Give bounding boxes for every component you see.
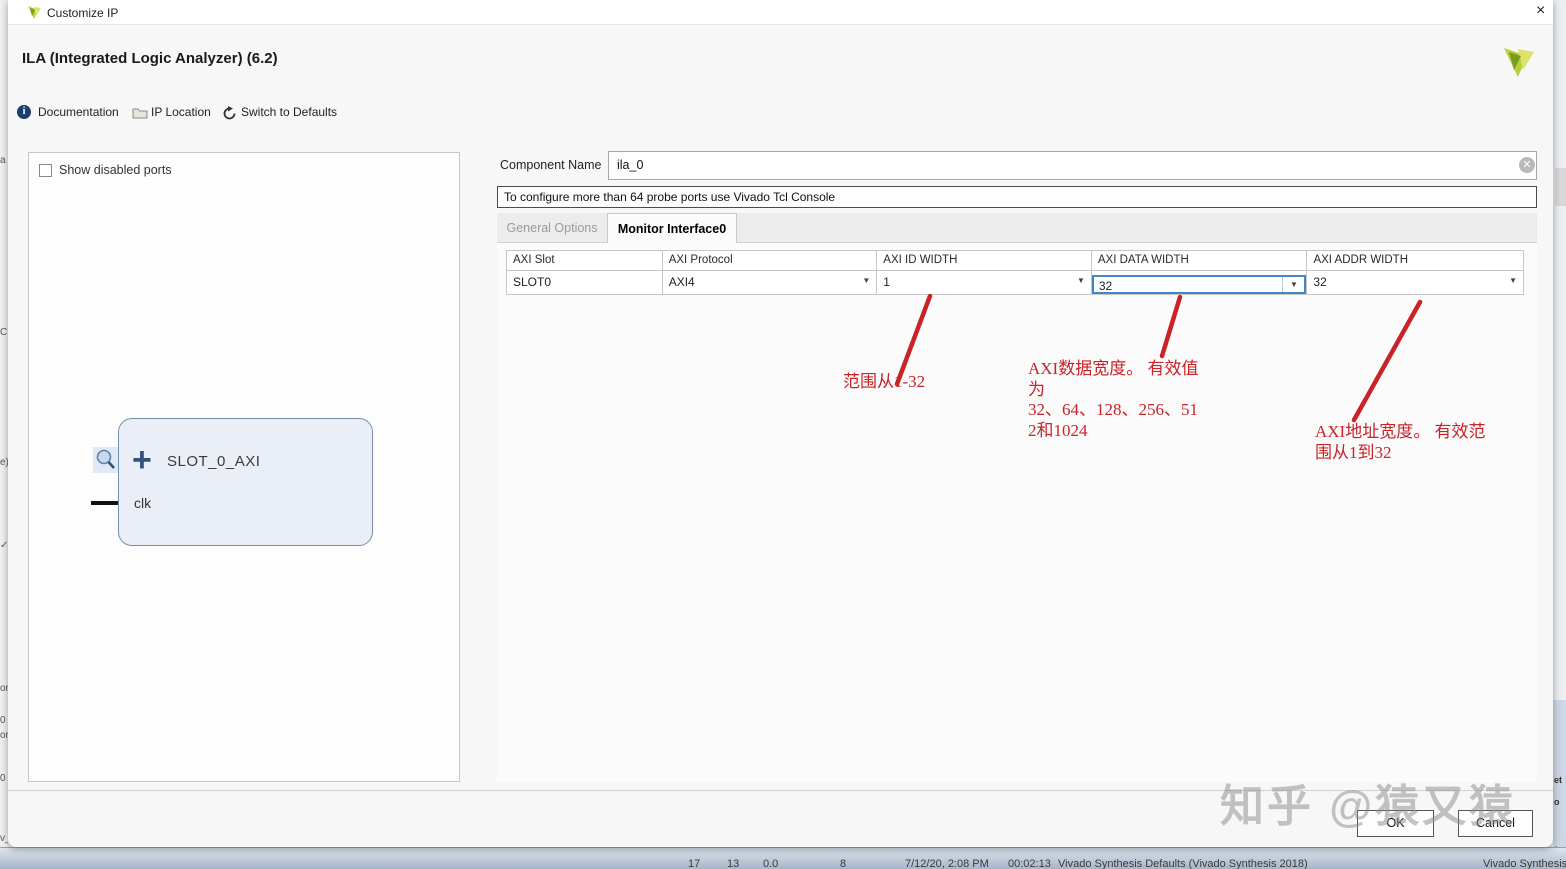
- tab-strip: General Options Monitor Interface0: [497, 213, 1537, 244]
- annotation-id-width: 范围从1-32: [843, 372, 926, 391]
- tab-content: AXI Slot AXI Protocol AXI ID WIDTH AXI D…: [497, 243, 1537, 782]
- table-row: SLOT0 AXI4 ▼ 1 ▼ 32 ▼ 32 ▼: [507, 271, 1523, 294]
- bg-bar-value: Vivado Synthesis Defaults (Vivado Synthe…: [1058, 858, 1308, 869]
- axi-protocol-select[interactable]: AXI4 ▼: [663, 271, 878, 294]
- col-axi-id-width: AXI ID WIDTH: [877, 251, 1092, 271]
- tab-monitor-interface0[interactable]: Monitor Interface0: [607, 213, 737, 244]
- axi-id-width-select[interactable]: 1 ▼: [877, 271, 1092, 294]
- axi-data-width-editor[interactable]: 32 ▼: [1091, 275, 1307, 294]
- bg-fragment: 0: [0, 773, 6, 784]
- axi-protocol-value: AXI4: [668, 275, 695, 289]
- col-axi-slot: AXI Slot: [507, 251, 663, 271]
- bg-bar-value: 7/12/20, 2:08 PM: [905, 858, 989, 869]
- show-disabled-ports-label: Show disabled ports: [59, 163, 172, 177]
- annotation-addr-width: AXI地址宽度。 有效范 围从1到32: [1315, 422, 1486, 462]
- bg-blue-region: [1553, 700, 1566, 847]
- probe-ports-notice: To configure more than 64 probe ports us…: [497, 186, 1537, 208]
- background-right-edge: et o fa: [1553, 0, 1566, 847]
- clk-port-label: clk: [134, 495, 152, 511]
- bg-fragment: or: [0, 683, 8, 694]
- bg-fragment: or: [0, 730, 8, 741]
- bg-fragment: o: [1554, 797, 1560, 807]
- axi-addr-width-select[interactable]: 32 ▼: [1307, 271, 1523, 294]
- axi-slot-table: AXI Slot AXI Protocol AXI ID WIDTH AXI D…: [506, 250, 1524, 295]
- bg-fragment: ✓: [0, 540, 8, 551]
- annotation-data-width: AXI数据宽度。 有效值 为 32、64、128、256、51 2和1024: [1028, 359, 1199, 440]
- bg-bar-value: Vivado Synthesis Def: [1483, 858, 1566, 869]
- bg-fragment: 0: [0, 715, 6, 726]
- clear-icon[interactable]: ✕: [1519, 157, 1535, 173]
- bg-fragment: C: [0, 327, 8, 338]
- switch-to-defaults-link[interactable]: Switch to Defaults: [241, 105, 337, 119]
- refresh-icon: [223, 106, 236, 120]
- ip-symbol-panel: Show disabled ports + SLOT_0_AXI clk: [28, 152, 460, 782]
- clk-wire: [91, 501, 118, 505]
- chevron-down-icon[interactable]: ▼: [1509, 276, 1517, 285]
- background-status-bar: 17 13 0.0 8 7/12/20, 2:08 PM 00:02:13 Vi…: [0, 847, 1566, 869]
- folder-icon: [132, 108, 148, 119]
- cancel-button[interactable]: Cancel: [1458, 810, 1533, 837]
- ok-button[interactable]: OK: [1357, 810, 1434, 837]
- xilinx-logo-icon: [28, 6, 41, 19]
- expand-plus-icon[interactable]: +: [132, 443, 152, 477]
- chevron-down-icon[interactable]: ▼: [862, 276, 870, 285]
- dialog-title: Customize IP: [47, 6, 119, 20]
- bg-fragment: a: [0, 155, 6, 166]
- bg-bar-value: 8: [840, 858, 847, 869]
- bg-bar-value: 13: [727, 858, 740, 869]
- col-axi-data-width: AXI DATA WIDTH: [1091, 251, 1308, 271]
- bg-fragment: e): [0, 457, 8, 468]
- documentation-link[interactable]: Documentation: [38, 105, 119, 119]
- ip-location-link[interactable]: IP Location: [151, 105, 211, 119]
- show-disabled-ports-checkbox[interactable]: [39, 164, 52, 177]
- axi-id-width-value: 1: [883, 275, 890, 289]
- axi-addr-width-value: 32: [1313, 275, 1327, 289]
- slot0-axi-label: SLOT_0_AXI: [167, 453, 261, 470]
- bg-scrollbar-block: [1555, 168, 1566, 206]
- chevron-down-icon[interactable]: ▼: [1077, 276, 1085, 285]
- axi-data-width-value: 32: [1098, 279, 1113, 293]
- col-axi-addr-width: AXI ADDR WIDTH: [1307, 251, 1524, 271]
- bg-bar-value: 17: [688, 858, 701, 869]
- table-header-row: AXI Slot AXI Protocol AXI ID WIDTH AXI D…: [507, 251, 1524, 271]
- magnifier-icon[interactable]: [93, 447, 118, 473]
- component-name-label: Component Name: [500, 158, 602, 172]
- close-icon[interactable]: ×: [1536, 2, 1545, 20]
- background-left-edge: a C e) ✓ or 0 or 0 v_: [0, 0, 8, 847]
- xilinx-logo-icon: [1504, 48, 1534, 77]
- axi-slot-value: SLOT0: [507, 271, 663, 294]
- col-axi-protocol: AXI Protocol: [662, 251, 878, 271]
- bg-bar-value: 00:02:13: [1008, 858, 1051, 869]
- info-icon: i: [17, 105, 31, 119]
- customize-ip-dialog: Customize IP × ILA (Integrated Logic Ana…: [8, 0, 1553, 847]
- footer-divider: [8, 790, 1553, 791]
- axi-data-width-select[interactable]: 32 ▼: [1091, 271, 1308, 294]
- dialog-titlebar: Customize IP ×: [8, 0, 1553, 25]
- tab-general-options[interactable]: General Options: [497, 213, 607, 243]
- page-title: ILA (Integrated Logic Analyzer) (6.2): [22, 50, 278, 67]
- bg-fragment: v_: [0, 833, 8, 844]
- bg-fragment: et: [1554, 775, 1563, 785]
- chevron-down-icon[interactable]: ▼: [1282, 277, 1304, 292]
- slot0-axi-block[interactable]: + SLOT_0_AXI clk: [118, 418, 373, 546]
- component-name-input[interactable]: ila_0: [608, 151, 1537, 180]
- bg-bar-value: 0.0: [763, 858, 779, 869]
